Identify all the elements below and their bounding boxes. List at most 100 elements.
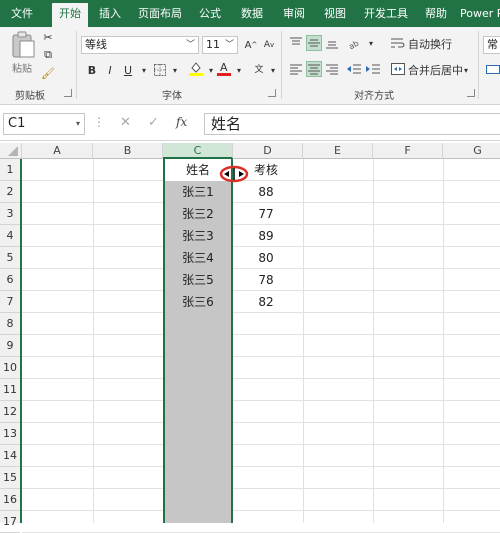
font-name-select[interactable]: 等线 ﹀ bbox=[81, 36, 199, 54]
cut-icon[interactable]: ✂ bbox=[40, 29, 56, 45]
row-header[interactable]: 13 bbox=[0, 423, 20, 445]
merge-center-icon[interactable] bbox=[390, 61, 406, 77]
cell-d6[interactable]: 78 bbox=[233, 269, 299, 291]
tab-review[interactable]: 审阅 bbox=[278, 0, 310, 27]
row-header[interactable]: 7 bbox=[0, 291, 20, 313]
select-all-corner[interactable] bbox=[0, 143, 22, 159]
tab-insert[interactable]: 插入 bbox=[94, 0, 126, 27]
cell-c3[interactable]: 张三2 bbox=[165, 203, 231, 225]
row-header[interactable]: 8 bbox=[0, 313, 20, 335]
chevron-down-icon[interactable]: ▾ bbox=[167, 62, 183, 78]
name-box-value: C1 bbox=[8, 116, 26, 131]
merge-center-button[interactable]: 合并后居中 bbox=[408, 62, 463, 78]
name-box[interactable]: C1 ▾ bbox=[3, 113, 85, 135]
align-middle-icon[interactable] bbox=[306, 35, 322, 51]
row-header[interactable]: 17 bbox=[0, 511, 20, 533]
more-options-icon[interactable]: ⋮ bbox=[93, 115, 105, 129]
row-header[interactable]: 5 bbox=[0, 247, 20, 269]
cell-d5[interactable]: 80 bbox=[233, 247, 299, 269]
row-header[interactable]: 1 bbox=[0, 159, 20, 181]
resize-cursor-icon bbox=[219, 165, 249, 183]
formula-input[interactable]: 姓名 bbox=[204, 113, 500, 135]
font-color-icon[interactable]: A bbox=[216, 60, 232, 76]
tab-data[interactable]: 数据 bbox=[236, 0, 268, 27]
row-header[interactable]: 15 bbox=[0, 467, 20, 489]
paste-icon[interactable] bbox=[10, 31, 36, 59]
decrease-indent-icon[interactable] bbox=[346, 61, 362, 77]
cell-d4[interactable]: 89 bbox=[233, 225, 299, 247]
row-header[interactable]: 9 bbox=[0, 335, 20, 357]
copy-icon[interactable]: ⧉ bbox=[40, 47, 56, 63]
align-right-icon[interactable] bbox=[324, 61, 340, 77]
column-header-f[interactable]: F bbox=[373, 143, 443, 159]
row-header[interactable]: 12 bbox=[0, 401, 20, 423]
row-header[interactable]: 11 bbox=[0, 379, 20, 401]
row-header[interactable]: 3 bbox=[0, 203, 20, 225]
cell-d2[interactable]: 88 bbox=[233, 181, 299, 203]
clipboard-launcher-icon[interactable] bbox=[64, 89, 72, 97]
align-bottom-icon[interactable] bbox=[324, 35, 340, 51]
confirm-icon[interactable]: ✓ bbox=[148, 115, 159, 130]
font-size-select[interactable]: 11 ﹀ bbox=[202, 36, 238, 54]
chevron-down-icon[interactable]: ▾ bbox=[265, 62, 281, 78]
align-center-icon[interactable] bbox=[306, 61, 322, 77]
chevron-down-icon[interactable]: ▾ bbox=[136, 62, 152, 78]
alignment-launcher-icon[interactable] bbox=[467, 89, 475, 97]
tab-help[interactable]: 帮助 bbox=[420, 0, 452, 27]
tab-power-pivot[interactable]: Power P bbox=[460, 0, 500, 27]
underline-button[interactable]: U bbox=[120, 62, 136, 78]
font-group-label: 字体 bbox=[162, 91, 182, 102]
row-header[interactable]: 4 bbox=[0, 225, 20, 247]
font-launcher-icon[interactable] bbox=[268, 89, 276, 97]
cell-d3[interactable]: 77 bbox=[233, 203, 299, 225]
wrap-text-button[interactable]: 自动换行 bbox=[408, 36, 452, 52]
bold-button[interactable]: B bbox=[84, 62, 100, 78]
column-header-c[interactable]: C bbox=[163, 143, 233, 159]
grid-line bbox=[443, 159, 444, 523]
chevron-down-icon[interactable]: ▾ bbox=[231, 62, 247, 78]
row-header[interactable]: 10 bbox=[0, 357, 20, 379]
accounting-format-icon[interactable] bbox=[485, 61, 500, 77]
grid-line bbox=[22, 488, 500, 489]
tab-developer[interactable]: 开发工具 bbox=[360, 0, 412, 27]
insert-function-button[interactable]: fx bbox=[176, 115, 187, 129]
cancel-icon[interactable]: ✕ bbox=[120, 115, 131, 130]
paste-button[interactable]: 粘贴 bbox=[12, 60, 32, 75]
row-header[interactable]: 16 bbox=[0, 489, 20, 511]
column-header-d[interactable]: D bbox=[233, 143, 303, 159]
column-header-e[interactable]: E bbox=[303, 143, 373, 159]
border-icon[interactable] bbox=[152, 62, 168, 78]
align-left-icon[interactable] bbox=[288, 61, 304, 77]
decrease-font-icon[interactable]: Av bbox=[261, 37, 277, 53]
tab-page-layout[interactable]: 页面布局 bbox=[134, 0, 186, 27]
tab-file[interactable]: 文件 bbox=[0, 0, 44, 27]
row-header[interactable]: 14 bbox=[0, 445, 20, 467]
orientation-icon[interactable]: ab bbox=[348, 35, 364, 51]
format-painter-icon[interactable]: 🖌 bbox=[40, 65, 56, 81]
cell-c6[interactable]: 张三5 bbox=[165, 269, 231, 291]
column-header-a[interactable]: A bbox=[22, 143, 93, 159]
row-header[interactable]: 2 bbox=[0, 181, 20, 203]
chevron-down-icon[interactable]: ▾ bbox=[363, 35, 379, 51]
tab-view[interactable]: 视图 bbox=[319, 0, 351, 27]
italic-button[interactable]: I bbox=[102, 62, 118, 78]
cell-c5[interactable]: 张三4 bbox=[165, 247, 231, 269]
number-format-select[interactable]: 常规 bbox=[483, 36, 500, 54]
chevron-down-icon[interactable]: ▾ bbox=[76, 114, 80, 134]
align-top-icon[interactable] bbox=[288, 35, 304, 51]
cell-c4[interactable]: 张三3 bbox=[165, 225, 231, 247]
tab-formulas[interactable]: 公式 bbox=[194, 0, 226, 27]
increase-font-icon[interactable]: A ^ bbox=[243, 37, 259, 53]
wrap-text-icon[interactable] bbox=[390, 35, 406, 51]
column-header-b[interactable]: B bbox=[93, 143, 163, 159]
chevron-down-icon[interactable]: ▾ bbox=[458, 62, 474, 78]
worksheet-grid[interactable]: A B C D E F G 1 2 3 4 5 6 7 8 9 10 11 12… bbox=[0, 143, 500, 533]
increase-indent-icon[interactable] bbox=[365, 61, 381, 77]
cell-d7[interactable]: 82 bbox=[233, 291, 299, 313]
cell-c7[interactable]: 张三6 bbox=[165, 291, 231, 313]
fill-color-icon[interactable] bbox=[188, 60, 204, 76]
cell-c2[interactable]: 张三1 bbox=[165, 181, 231, 203]
tab-home[interactable]: 开始 bbox=[52, 3, 88, 27]
row-header[interactable]: 6 bbox=[0, 269, 20, 291]
column-header-g[interactable]: G bbox=[443, 143, 500, 159]
